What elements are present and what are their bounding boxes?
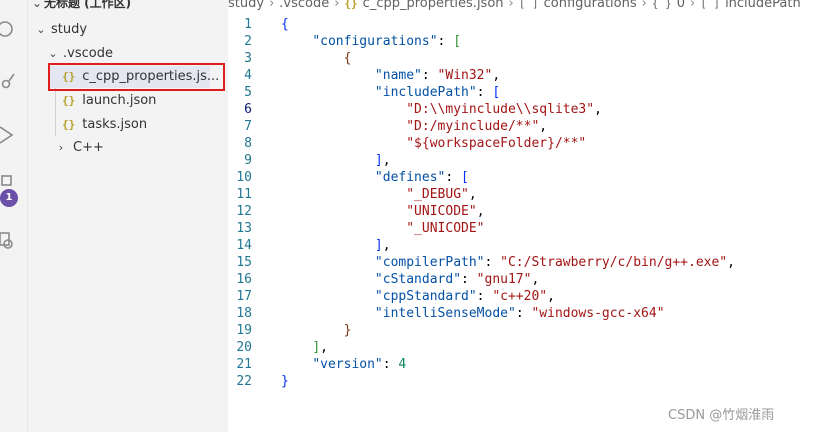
line-number: 14 — [236, 238, 252, 253]
json-key: "version" — [312, 357, 383, 372]
line-number: 18 — [236, 306, 252, 321]
tree-file-tasks[interactable]: {} tasks.json — [50, 114, 210, 136]
search-icon[interactable] — [0, 14, 28, 42]
line-number: 17 — [236, 289, 252, 304]
chevron-right-icon: › — [508, 0, 514, 11]
json-file-icon: {} — [62, 70, 76, 83]
breadcrumb: study › .vscode › {} c_cpp_properties.json › [ … — [228, 0, 801, 16]
json-string: "Win32" — [437, 68, 493, 83]
line-number: 3 — [244, 51, 252, 66]
json-file-icon: {} — [62, 118, 76, 131]
line-number: 5 — [244, 85, 252, 100]
remote-settings-icon[interactable] — [0, 226, 28, 254]
object-icon: { } — [651, 0, 672, 10]
line-number: 6 — [244, 102, 252, 117]
chevron-down-icon: ⌄ — [48, 47, 58, 60]
line-number: 13 — [236, 221, 252, 236]
breadcrumb-item[interactable]: study — [228, 0, 264, 11]
breadcrumb-item[interactable]: includePath — [725, 0, 801, 11]
tree-file-c-cpp-properties[interactable]: {} c_cpp_properties.js... — [50, 66, 219, 88]
folder-label: .vscode — [63, 46, 113, 61]
watermark: CSDN @竹烟淮雨 — [668, 408, 775, 423]
file-label: launch.json — [82, 93, 157, 108]
json-string: "_UNICODE" — [406, 221, 485, 236]
breadcrumb-item[interactable]: .vscode — [279, 0, 329, 11]
json-number: 4 — [398, 357, 407, 372]
folder-label: study — [51, 22, 88, 37]
json-key: "defines" — [374, 170, 446, 185]
chevron-down-icon[interactable]: ⌄ — [32, 0, 42, 10]
json-key: "cppStandard" — [374, 289, 477, 304]
breadcrumb-item[interactable]: c_cpp_properties.json — [363, 0, 504, 11]
json-string: "D:\\myinclude\\sqlite3" — [406, 102, 595, 117]
file-label: c_cpp_properties.js... — [82, 69, 220, 84]
chevron-right-icon: › — [689, 0, 696, 11]
array-icon: [ ] — [518, 0, 539, 10]
activity-bar: 1 — [0, 0, 28, 432]
line-number: 4 — [244, 68, 252, 83]
json-string: "gnu17" — [476, 272, 532, 287]
json-string: "D:/myinclude/**" — [406, 119, 540, 134]
json-string: "${workspaceFolder}/**" — [406, 136, 587, 151]
line-number: 15 — [236, 255, 252, 270]
chevron-right-icon: › — [269, 0, 275, 11]
breadcrumb-item[interactable]: configurations — [544, 0, 637, 11]
line-number: 21 — [236, 357, 252, 372]
tree-folder-study[interactable]: ⌄ study — [34, 19, 228, 41]
json-string: "windows-gcc-x64" — [531, 306, 665, 321]
json-string: "_DEBUG" — [406, 187, 469, 202]
line-number: 11 — [236, 187, 252, 202]
line-number: 20 — [236, 340, 252, 355]
chevron-right-icon: › — [334, 0, 340, 11]
chevron-right-icon: › — [58, 141, 64, 154]
extensions-badge: 1 — [0, 189, 18, 207]
array-icon: [ ] — [700, 0, 721, 10]
chevron-down-icon: ⌄ — [36, 23, 46, 36]
json-string: "c++20" — [492, 289, 548, 304]
file-label: tasks.json — [82, 117, 148, 132]
line-number: 9 — [244, 153, 252, 168]
line-number: 12 — [236, 204, 252, 219]
line-number: 10 — [236, 170, 252, 185]
tree-file-launch[interactable]: {} launch.json — [50, 90, 210, 112]
json-string: "UNICODE" — [406, 204, 477, 219]
json-key: "cStandard" — [374, 272, 462, 287]
json-key: "configurations" — [312, 34, 438, 49]
tree-folder-cpp[interactable]: › C++ — [54, 137, 224, 159]
folder-label: C++ — [73, 140, 104, 155]
json-key: "intelliSenseMode" — [374, 306, 516, 321]
line-number: 19 — [236, 323, 252, 338]
workspace-title[interactable]: 无标题 (工作区) — [44, 0, 131, 14]
line-number: 22 — [236, 374, 252, 389]
breadcrumb-item[interactable]: 0 — [677, 0, 685, 11]
run-debug-icon[interactable] — [0, 120, 28, 148]
json-file-icon: {} — [344, 0, 358, 10]
line-number: 2 — [244, 34, 252, 49]
json-key: "includePath" — [374, 85, 477, 100]
explorer-sidebar: ⌄ 无标题 (工作区) ⌄ study ⌄ .vscode {} c_cpp_prop… — [28, 0, 228, 432]
line-number: 16 — [236, 272, 252, 287]
tree-folder-vscode[interactable]: ⌄ .vscode — [46, 43, 228, 65]
line-number: 1 — [244, 17, 252, 32]
json-string: "C:/Strawberry/c/bin/g++.exe" — [500, 255, 728, 270]
code-editor[interactable]: 1{ 2 "configurations": [ 3 { 4 "name": "… — [228, 16, 822, 432]
line-number: 7 — [244, 119, 252, 134]
json-file-icon: {} — [62, 94, 76, 107]
line-number: 8 — [244, 136, 252, 151]
json-key: "compilerPath" — [374, 255, 485, 270]
chevron-right-icon: › — [641, 0, 647, 11]
json-key: "name" — [374, 68, 422, 83]
source-control-icon[interactable] — [0, 66, 28, 94]
